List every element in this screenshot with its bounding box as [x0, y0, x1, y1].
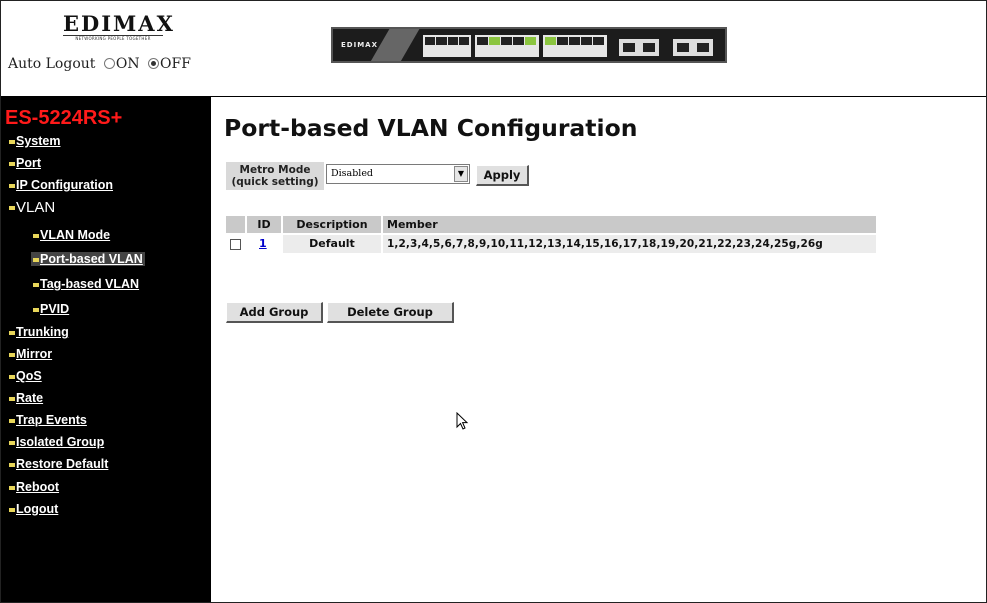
- port-icon: [425, 37, 436, 45]
- delete-group-button[interactable]: Delete Group: [327, 302, 454, 323]
- sidebar-item-vlan-mode[interactable]: VLAN Mode: [33, 228, 110, 242]
- header-select: [226, 216, 245, 233]
- bullet-icon: [9, 374, 15, 379]
- mouse-cursor-icon: [456, 412, 469, 430]
- bullet-icon: [9, 183, 15, 188]
- bullet-icon: [9, 396, 15, 401]
- auto-logout-on-label: ON: [115, 56, 140, 72]
- bullet-icon: [33, 233, 39, 238]
- sidebar-item-system[interactable]: System: [9, 134, 60, 148]
- table-row-checkbox-cell: [226, 235, 245, 253]
- auto-logout-on-radio[interactable]: [103, 57, 115, 69]
- table-row-id-cell: 1: [247, 235, 281, 253]
- port-bank-2: [475, 35, 539, 57]
- auto-logout-label: Auto Logout: [8, 56, 96, 72]
- sidebar-item-trap-events[interactable]: Trap Events: [9, 413, 87, 427]
- chevron-down-icon[interactable]: ▼: [454, 166, 468, 182]
- sidebar-item-mirror[interactable]: Mirror: [9, 347, 52, 361]
- table-row-member: 1,2,3,4,5,6,7,8,9,10,11,12,13,14,15,16,1…: [383, 235, 876, 253]
- header: EDIMAX NETWORKING PEOPLE TOGETHER Auto L…: [1, 1, 986, 97]
- add-group-button[interactable]: Add Group: [226, 302, 323, 323]
- port-icon: [593, 37, 604, 45]
- sidebar-item-port[interactable]: Port: [9, 156, 41, 170]
- bullet-icon: [9, 161, 15, 166]
- sidebar-item-isolated-group[interactable]: Isolated Group: [9, 435, 104, 449]
- sidebar-item-pvid[interactable]: PVID: [33, 302, 69, 316]
- sidebar-item-logout[interactable]: Logout: [9, 502, 58, 516]
- bullet-icon: [9, 139, 15, 144]
- port-icon: [477, 37, 488, 45]
- header-member: Member: [383, 216, 876, 233]
- page-title: Port-based VLAN Configuration: [224, 114, 638, 142]
- sidebar-item-trunking[interactable]: Trunking: [9, 325, 69, 339]
- table-row-description: Default: [283, 235, 381, 253]
- sidebar-item-tag-based-vlan[interactable]: Tag-based VLAN: [33, 277, 139, 291]
- sfp-slot-1: [619, 39, 659, 56]
- auto-logout: Auto Logout ON OFF: [8, 56, 191, 72]
- port-icon: [569, 37, 580, 45]
- bullet-icon: [33, 257, 39, 262]
- auto-logout-off-radio[interactable]: [148, 57, 160, 69]
- auto-logout-off-label: OFF: [160, 56, 191, 72]
- row-checkbox[interactable]: [230, 238, 241, 250]
- metro-mode-label: Metro Mode (quick setting): [226, 162, 324, 190]
- port-icon: [501, 37, 512, 45]
- port-icon: [557, 37, 568, 45]
- metro-mode-select[interactable]: Disabled ▼: [326, 164, 470, 184]
- logo-text: EDIMAX: [63, 11, 175, 36]
- bullet-icon: [9, 352, 15, 357]
- port-icon: [458, 37, 469, 45]
- bullet-icon: [9, 330, 15, 335]
- sidebar: ES-5224RS+ System Port IP Configuration …: [1, 97, 211, 602]
- port-active-icon: [545, 37, 556, 45]
- sidebar-item-reboot[interactable]: Reboot: [9, 480, 59, 494]
- bullet-icon: [33, 282, 39, 287]
- sidebar-item-vlan[interactable]: VLAN: [9, 199, 55, 216]
- metro-mode-value: Disabled: [331, 168, 374, 179]
- sfp-slot-2: [673, 39, 713, 56]
- edimax-logo: EDIMAX NETWORKING PEOPLE TOGETHER: [63, 11, 175, 42]
- logo-tagline: NETWORKING PEOPLE TOGETHER: [63, 35, 163, 42]
- port-bank-1: [423, 35, 471, 57]
- bullet-icon: [9, 440, 15, 445]
- sidebar-item-ip-configuration[interactable]: IP Configuration: [9, 178, 113, 192]
- port-active-icon: [489, 37, 500, 45]
- port-active-icon: [525, 37, 536, 45]
- bullet-icon: [9, 507, 15, 512]
- header-description: Description: [283, 216, 381, 233]
- sidebar-item-qos[interactable]: QoS: [9, 369, 42, 383]
- port-bank-3: [543, 35, 607, 57]
- bullet-icon: [9, 485, 15, 490]
- port-icon: [513, 37, 524, 45]
- bullet-icon: [9, 206, 15, 211]
- model-name: ES-5224RS+: [5, 107, 123, 129]
- metro-mode-label-line1: Metro Mode: [239, 164, 311, 176]
- header-id: ID: [247, 216, 281, 233]
- port-icon: [436, 37, 447, 45]
- apply-button[interactable]: Apply: [476, 165, 529, 186]
- vlan-id-link[interactable]: 1: [259, 237, 267, 250]
- port-icon: [581, 37, 592, 45]
- sidebar-item-restore-default[interactable]: Restore Default: [9, 457, 108, 471]
- switch-front-panel-image: EDIMAX: [331, 27, 727, 63]
- port-icon: [447, 37, 458, 45]
- bullet-icon: [33, 307, 39, 312]
- metro-mode-label-line2: (quick setting): [231, 176, 319, 188]
- bullet-icon: [9, 462, 15, 467]
- sidebar-item-port-based-vlan[interactable]: Port-based VLAN: [31, 252, 145, 266]
- bullet-icon: [9, 418, 15, 423]
- device-brand: EDIMAX: [341, 41, 378, 49]
- sidebar-item-rate[interactable]: Rate: [9, 391, 43, 405]
